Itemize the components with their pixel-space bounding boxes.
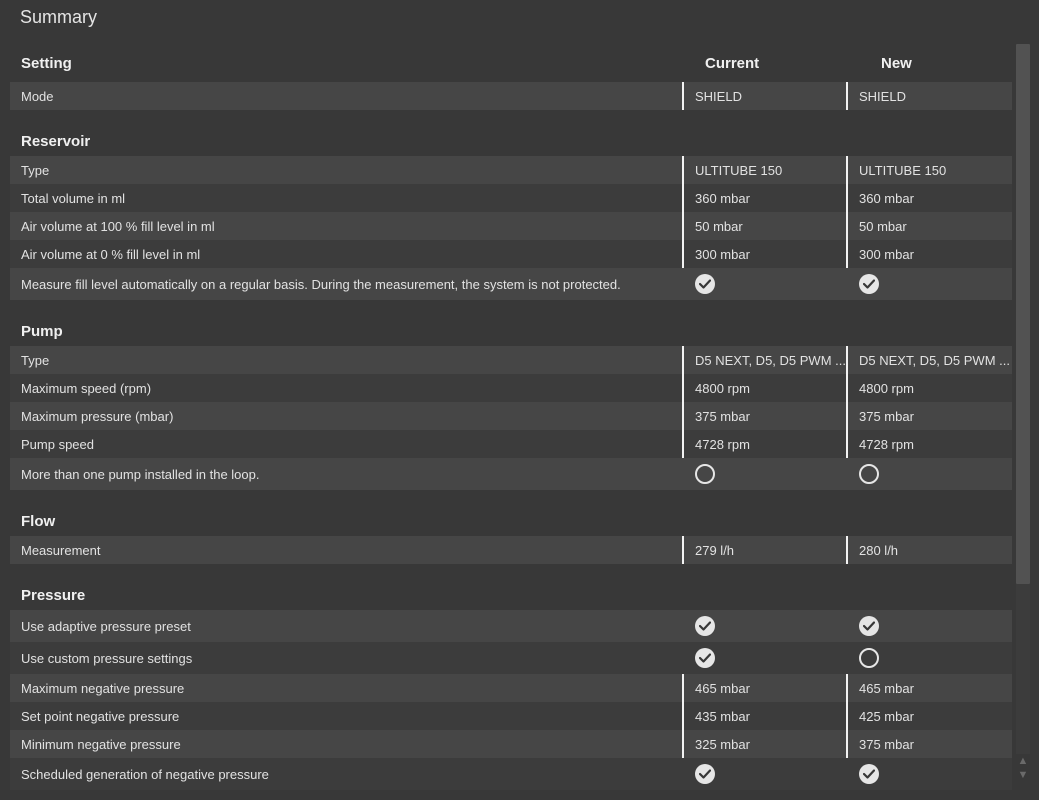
current-value <box>682 268 846 300</box>
section-title-reservoir: Reservoir <box>21 133 91 150</box>
new-value: 375 mbar <box>846 402 1012 430</box>
row-label: Set point negative pressure <box>21 708 180 724</box>
table-header: Setting Current New <box>10 44 1012 82</box>
table-row: Type ULTITUBE 150 ULTITUBE 150 <box>10 156 1012 184</box>
current-value: 360 mbar <box>682 184 846 212</box>
scroll-down-icon[interactable]: ▼ <box>1017 768 1029 782</box>
table-row: Use custom pressure settings <box>10 642 1012 674</box>
current-value: 4728 rpm <box>682 430 846 458</box>
new-value <box>846 758 1012 790</box>
table-row: Minimum negative pressure 325 mbar 375 mba… <box>10 730 1012 758</box>
current-value <box>682 458 846 490</box>
table-row: Use adaptive pressure preset <box>10 610 1012 642</box>
new-value: 375 mbar <box>846 730 1012 758</box>
new-value: 50 mbar <box>846 212 1012 240</box>
new-value <box>846 610 1012 642</box>
current-value <box>682 642 846 674</box>
scrollbar-track[interactable] <box>1016 584 1030 754</box>
section-title-pressure: Pressure <box>21 587 86 604</box>
current-value <box>682 758 846 790</box>
header-setting: Setting <box>21 54 72 72</box>
current-value: 465 mbar <box>682 674 846 702</box>
check-icon <box>695 274 715 294</box>
row-label: Measurement <box>21 542 101 558</box>
current-value <box>682 610 846 642</box>
check-icon <box>859 764 879 784</box>
check-icon <box>695 648 715 668</box>
table-row: Set point negative pressure 435 mbar 425 m… <box>10 702 1012 730</box>
row-label: Scheduled generation of negative pressur… <box>21 766 269 782</box>
new-value <box>846 458 1012 490</box>
current-value: 435 mbar <box>682 702 846 730</box>
row-label: Maximum pressure (mbar) <box>21 408 174 424</box>
table-row: Total volume in ml 360 mbar 360 mbar <box>10 184 1012 212</box>
new-value <box>846 268 1012 300</box>
current-value: ULTITUBE 150 <box>682 156 846 184</box>
check-icon <box>859 616 879 636</box>
current-value: SHIELD <box>682 82 846 110</box>
table-row: Maximum speed (rpm) 4800 rpm 4800 rpm <box>10 374 1012 402</box>
new-value: 4728 rpm <box>846 430 1012 458</box>
current-value: 279 l/h <box>682 536 846 564</box>
row-label: Air volume at 0 % fill level in ml <box>21 246 201 262</box>
new-value: 425 mbar <box>846 702 1012 730</box>
table-row: Air volume at 100 % fill level in ml 50 m… <box>10 212 1012 240</box>
new-value <box>846 642 1012 674</box>
scrollbar-thumb[interactable] <box>1016 44 1030 584</box>
current-value: 375 mbar <box>682 402 846 430</box>
row-label: Measure fill level automatically on a re… <box>21 276 621 292</box>
circle-icon <box>695 464 715 484</box>
table-row: More than one pump installed in the loop… <box>10 458 1012 490</box>
current-value: D5 NEXT, D5, D5 PWM ... <box>682 346 846 374</box>
row-label: Pump speed <box>21 436 94 452</box>
row-label: Minimum negative pressure <box>21 736 181 752</box>
circle-icon <box>859 464 879 484</box>
new-value: ULTITUBE 150 <box>846 156 1012 184</box>
current-value: 325 mbar <box>682 730 846 758</box>
new-value: 465 mbar <box>846 674 1012 702</box>
new-value: D5 NEXT, D5, D5 PWM ... <box>846 346 1012 374</box>
row-label: Mode <box>21 88 54 104</box>
check-icon <box>695 764 715 784</box>
row-label: Maximum negative pressure <box>21 680 185 696</box>
new-value: 280 l/h <box>846 536 1012 564</box>
sections-container: Reservoir Type ULTITUBE 150 ULTITUBE 150 Tot… <box>10 110 1012 790</box>
row-label: Use adaptive pressure preset <box>21 618 191 634</box>
current-value: 300 mbar <box>682 240 846 268</box>
row-label: More than one pump installed in the loop… <box>21 466 260 482</box>
new-value: SHIELD <box>846 82 1012 110</box>
summary-table: Setting Current New Mode SHIELD SHIELD R… <box>10 44 1012 800</box>
table-row-mode: Mode SHIELD SHIELD <box>10 82 1012 110</box>
row-label: Maximum speed (rpm) <box>21 380 152 396</box>
section-title-flow: Flow <box>21 513 56 530</box>
row-label: Air volume at 100 % fill level in ml <box>21 218 215 234</box>
row-label: Use custom pressure settings <box>21 650 193 666</box>
table-row: Scheduled generation of negative pressur… <box>10 758 1012 790</box>
current-value: 4800 rpm <box>682 374 846 402</box>
table-row: Maximum negative pressure 465 mbar 465 mba… <box>10 674 1012 702</box>
new-value: 300 mbar <box>846 240 1012 268</box>
table-row: Air volume at 0 % fill level in ml 300 mb… <box>10 240 1012 268</box>
scroll-arrows[interactable]: ▲ ▼ <box>1017 754 1029 790</box>
current-value: 50 mbar <box>682 212 846 240</box>
table-row: Measurement 279 l/h 280 l/h <box>10 536 1012 564</box>
row-label: Type <box>21 352 50 368</box>
check-icon <box>859 274 879 294</box>
section-title-pump: Pump <box>21 323 63 340</box>
header-current: Current <box>705 54 760 72</box>
table-row: Pump speed 4728 rpm 4728 rpm <box>10 430 1012 458</box>
row-label: Type <box>21 162 50 178</box>
scroll-up-icon[interactable]: ▲ <box>1017 754 1029 768</box>
circle-icon <box>859 648 879 668</box>
table-row: Type D5 NEXT, D5, D5 PWM ... D5 NEXT, D5, … <box>10 346 1012 374</box>
page-title: Summary <box>20 7 98 27</box>
table-row: Measure fill level automatically on a re… <box>10 268 1012 300</box>
new-value: 360 mbar <box>846 184 1012 212</box>
header-new: New <box>881 54 912 72</box>
row-label: Total volume in ml <box>21 190 126 206</box>
new-value: 4800 rpm <box>846 374 1012 402</box>
table-row: Maximum pressure (mbar) 375 mbar 375 mbar <box>10 402 1012 430</box>
check-icon <box>695 616 715 636</box>
